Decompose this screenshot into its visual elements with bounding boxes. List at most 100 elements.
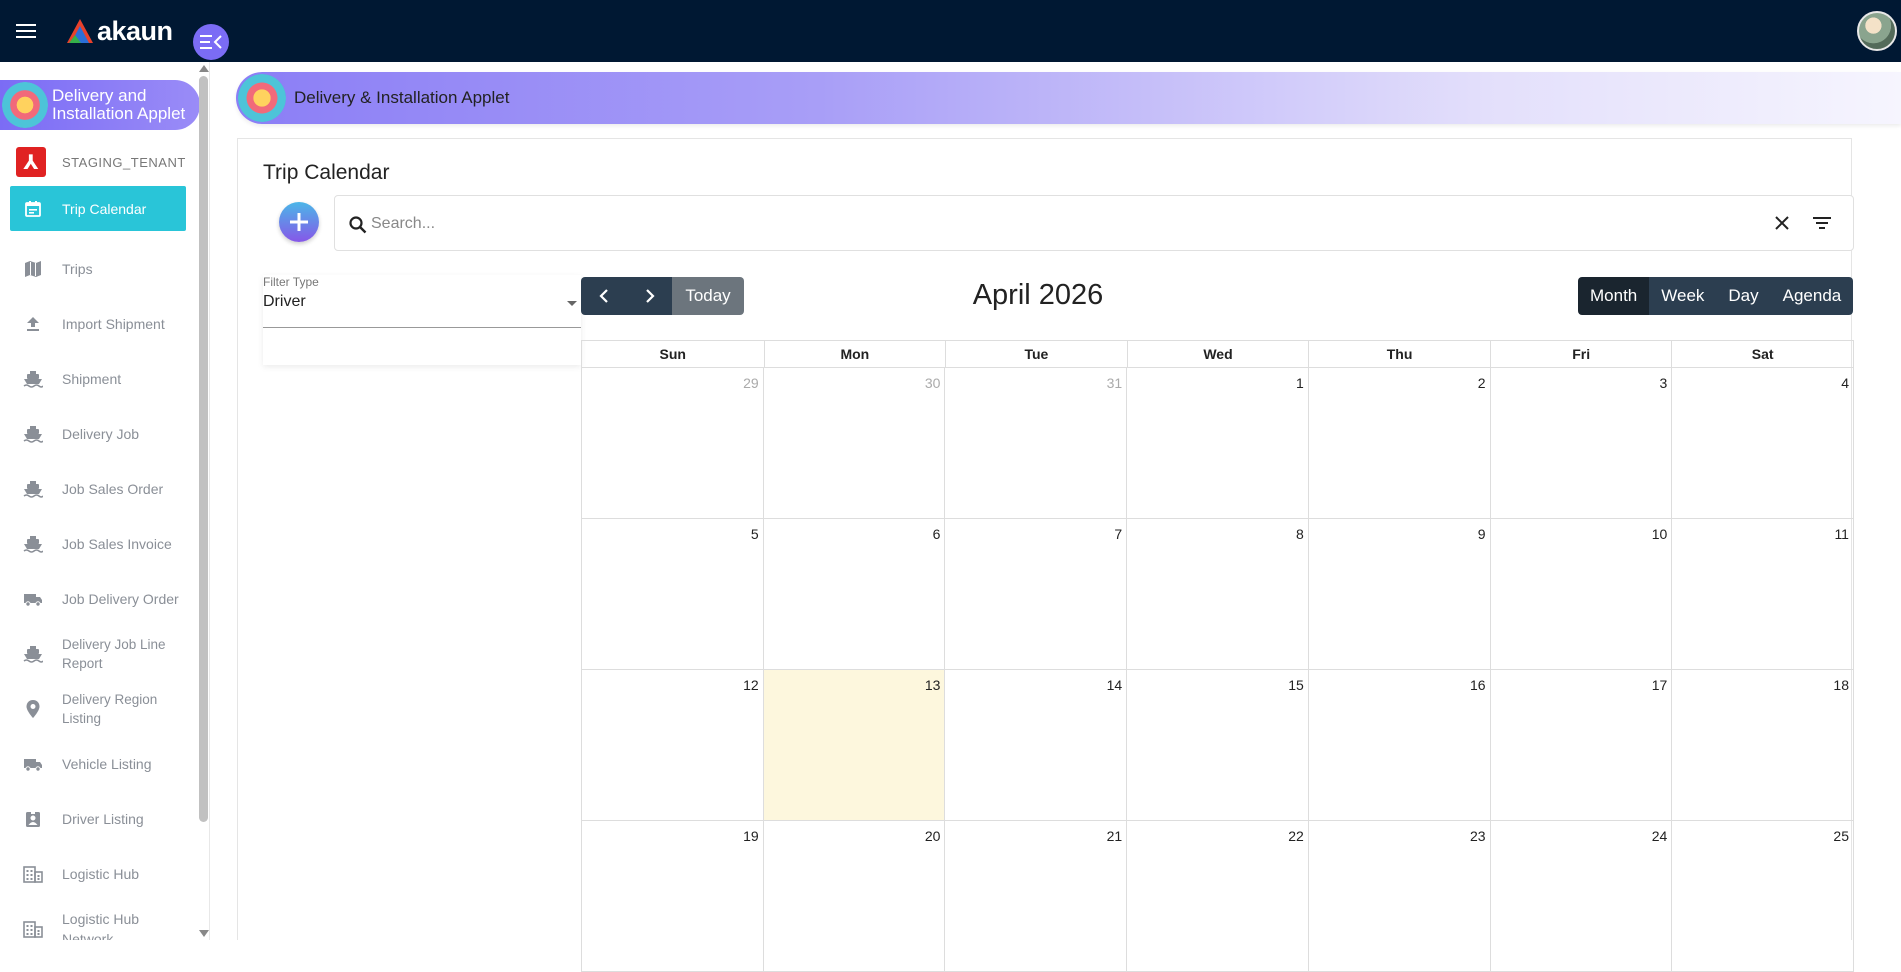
calendar-day[interactable]: 24	[1490, 821, 1673, 972]
calendar-day[interactable]: 31	[945, 368, 1128, 519]
collapse-sidebar-button[interactable]	[193, 24, 229, 60]
page-title: Trip Calendar	[263, 161, 390, 184]
calendar-day[interactable]: 25	[1672, 821, 1854, 972]
scroll-down-icon[interactable]	[199, 930, 209, 937]
brand-logo[interactable]: akaun	[66, 14, 173, 48]
sidebar-item-delivery-job[interactable]: Delivery Job	[10, 406, 186, 461]
day-number[interactable]: 4	[1841, 375, 1849, 391]
filter-type-select[interactable]: Filter Type Driver	[263, 275, 581, 365]
sidebar: Delivery and Installation Applet ⅄ STAGI…	[0, 62, 210, 940]
day-number[interactable]: 13	[925, 677, 941, 693]
day-number[interactable]: 7	[1114, 526, 1122, 542]
calendar-day[interactable]: 17	[1490, 670, 1673, 821]
clear-icon[interactable]	[1773, 214, 1791, 232]
calendar-day[interactable]: 19	[582, 821, 764, 972]
day-number[interactable]: 1	[1296, 375, 1304, 391]
building-icon	[22, 863, 44, 885]
sidebar-item-job-sales-order[interactable]: Job Sales Order	[10, 461, 186, 516]
day-number[interactable]: 8	[1296, 526, 1304, 542]
day-number[interactable]: 30	[925, 375, 941, 391]
calendar-day[interactable]: 20	[763, 821, 946, 972]
calendar-day[interactable]: 5	[582, 519, 764, 670]
calendar-day[interactable]: 9	[1308, 519, 1491, 670]
calendar-day[interactable]: 2	[1308, 368, 1491, 519]
calendar-day[interactable]: 11	[1672, 519, 1854, 670]
sidebar-item-label: Vehicle Listing	[62, 755, 152, 772]
sidebar-item-trip-calendar[interactable]: Trip Calendar	[10, 186, 186, 231]
calendar-day[interactable]: 30	[763, 368, 946, 519]
sidebar-item-vehicle-listing[interactable]: Vehicle Listing	[10, 736, 186, 791]
calendar-day[interactable]: 16	[1308, 670, 1491, 821]
day-number[interactable]: 25	[1833, 828, 1849, 844]
applet-switcher[interactable]: Delivery and Installation Applet	[0, 80, 200, 130]
calendar-day[interactable]: 21	[945, 821, 1128, 972]
calendar-day[interactable]: 1	[1127, 368, 1309, 519]
sidebar-item-delivery-job-line-report[interactable]: Delivery Job Line Report	[10, 626, 186, 681]
applet-header-title: Delivery & Installation Applet	[294, 88, 510, 107]
prev-month-button[interactable]	[581, 277, 627, 315]
today-button[interactable]: Today	[672, 277, 744, 315]
calendar-day[interactable]: 12	[582, 670, 764, 821]
day-number[interactable]: 21	[1107, 828, 1123, 844]
calendar-day-today[interactable]: 13	[763, 670, 946, 821]
sidebar-item-logistic-hub-network[interactable]: Logistic Hub Network	[10, 901, 186, 940]
day-number[interactable]: 16	[1470, 677, 1486, 693]
sidebar-item-driver-listing[interactable]: Driver Listing	[10, 791, 186, 846]
calendar-day[interactable]: 23	[1308, 821, 1491, 972]
tenant-switcher[interactable]: ⅄ STAGING_TENANT	[16, 146, 186, 178]
calendar-day[interactable]: 14	[945, 670, 1128, 821]
day-number[interactable]: 3	[1659, 375, 1667, 391]
scrollbar-thumb[interactable]	[199, 76, 208, 822]
sidebar-item-shipment[interactable]: Shipment	[10, 351, 186, 406]
day-number[interactable]: 6	[933, 526, 941, 542]
calendar-day[interactable]: 22	[1127, 821, 1309, 972]
scroll-up-icon[interactable]	[199, 65, 209, 72]
sidebar-item-job-delivery-order[interactable]: Job Delivery Order	[10, 571, 186, 626]
upload-icon	[22, 313, 44, 335]
sidebar-item-job-sales-invoice[interactable]: Job Sales Invoice	[10, 516, 186, 571]
sidebar-scrollbar[interactable]	[196, 62, 210, 940]
calendar-day[interactable]: 7	[945, 519, 1128, 670]
day-number[interactable]: 5	[751, 526, 759, 542]
search-box	[334, 195, 1854, 251]
sidebar-item-delivery-region-listing[interactable]: Delivery Region Listing	[10, 681, 186, 736]
day-number[interactable]: 17	[1652, 677, 1668, 693]
add-button[interactable]	[279, 202, 319, 242]
sidebar-item-label: Job Delivery Order	[62, 590, 179, 607]
filter-icon[interactable]	[1812, 214, 1832, 232]
sidebar-item-import-shipment[interactable]: Import Shipment	[10, 296, 186, 351]
day-number[interactable]: 9	[1478, 526, 1486, 542]
day-number[interactable]: 15	[1288, 677, 1304, 693]
calendar-day[interactable]: 8	[1127, 519, 1309, 670]
sidebar-item-logistic-hub[interactable]: Logistic Hub	[10, 846, 186, 901]
view-agenda-button[interactable]: Agenda	[1770, 277, 1854, 315]
calendar-day[interactable]: 3	[1490, 368, 1673, 519]
calendar-day[interactable]: 29	[582, 368, 764, 519]
calendar-day[interactable]: 6	[763, 519, 946, 670]
day-number[interactable]: 29	[743, 375, 759, 391]
day-number[interactable]: 11	[1834, 526, 1849, 542]
day-number[interactable]: 2	[1478, 375, 1486, 391]
user-avatar[interactable]	[1857, 11, 1897, 51]
day-number[interactable]: 18	[1833, 677, 1849, 693]
day-number[interactable]: 22	[1288, 828, 1304, 844]
day-number[interactable]: 14	[1107, 677, 1123, 693]
calendar-day[interactable]: 10	[1490, 519, 1673, 670]
calendar-day[interactable]: 4	[1672, 368, 1854, 519]
day-number[interactable]: 31	[1107, 375, 1123, 391]
day-number[interactable]: 23	[1470, 828, 1486, 844]
search-input[interactable]	[371, 210, 1671, 238]
calendar-day[interactable]: 15	[1127, 670, 1309, 821]
next-month-button[interactable]	[627, 277, 672, 315]
day-number[interactable]: 20	[925, 828, 941, 844]
view-day-button[interactable]: Day	[1716, 277, 1771, 315]
view-month-button[interactable]: Month	[1578, 277, 1650, 315]
calendar-day[interactable]: 18	[1672, 670, 1854, 821]
menu-icon[interactable]	[14, 20, 38, 40]
day-number[interactable]: 24	[1652, 828, 1668, 844]
view-week-button[interactable]: Week	[1649, 277, 1717, 315]
day-number[interactable]: 19	[743, 828, 759, 844]
day-number[interactable]: 10	[1652, 526, 1668, 542]
sidebar-item-trips[interactable]: Trips	[10, 241, 186, 296]
day-number[interactable]: 12	[743, 677, 759, 693]
